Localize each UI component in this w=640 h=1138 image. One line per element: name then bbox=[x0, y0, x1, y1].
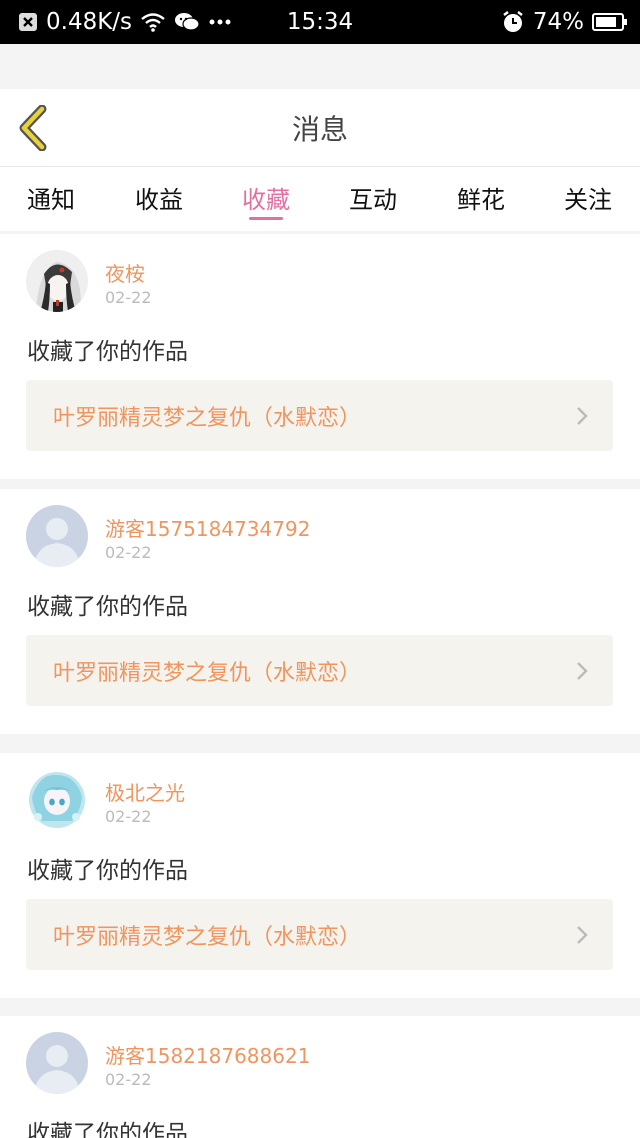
notification-date: 02-22 bbox=[105, 807, 152, 826]
tab-bar: 通知 收益 收藏 互动 鲜花 关注 bbox=[0, 167, 640, 231]
chevron-right-icon bbox=[577, 407, 588, 425]
work-link[interactable]: 叶罗丽精灵梦之复仇（水默恋） bbox=[26, 635, 613, 706]
alarm-icon bbox=[501, 10, 525, 34]
top-spacer bbox=[0, 44, 640, 89]
notification-card: 极北之光 02-22 收藏了你的作品 叶罗丽精灵梦之复仇（水默恋） bbox=[0, 753, 640, 998]
notification-date: 02-22 bbox=[105, 288, 152, 307]
user-name[interactable]: 游客1575184734792 bbox=[105, 513, 310, 542]
user-name[interactable]: 夜桉 bbox=[105, 258, 145, 287]
user-name[interactable]: 极北之光 bbox=[105, 777, 185, 806]
notification-card: 夜桉 02-22 收藏了你的作品 叶罗丽精灵梦之复仇（水默恋） bbox=[0, 234, 640, 479]
tab-follow[interactable]: 关注 bbox=[538, 167, 638, 227]
work-title: 叶罗丽精灵梦之复仇（水默恋） bbox=[53, 660, 362, 686]
notification-card: 游客1575184734792 02-22 收藏了你的作品 叶罗丽精灵梦之复仇（… bbox=[0, 489, 640, 734]
status-right: 74% bbox=[501, 0, 628, 44]
work-link[interactable]: 叶罗丽精灵梦之复仇（水默恋） bbox=[26, 380, 613, 451]
battery-percent: 74% bbox=[532, 9, 584, 35]
notification-card: 游客1582187688621 02-22 收藏了你的作品 bbox=[0, 1016, 640, 1138]
action-text: 收藏了你的作品 bbox=[27, 339, 188, 365]
tab-notice[interactable]: 通知 bbox=[1, 167, 101, 227]
status-bar: 0.48K/s 15:34 74% bbox=[0, 0, 640, 44]
action-text: 收藏了你的作品 bbox=[27, 858, 188, 884]
avatar[interactable] bbox=[26, 1032, 88, 1094]
tab-earnings[interactable]: 收益 bbox=[109, 167, 209, 227]
chevron-right-icon bbox=[577, 662, 588, 680]
tab-flowers[interactable]: 鲜花 bbox=[431, 167, 531, 227]
work-link[interactable]: 叶罗丽精灵梦之复仇（水默恋） bbox=[26, 899, 613, 970]
avatar[interactable] bbox=[26, 505, 88, 567]
work-title: 叶罗丽精灵梦之复仇（水默恋） bbox=[53, 924, 362, 950]
active-tab-indicator bbox=[249, 217, 283, 220]
action-text: 收藏了你的作品 bbox=[27, 1121, 188, 1138]
navigation-bar: 消息 bbox=[0, 89, 640, 167]
notification-date: 02-22 bbox=[105, 543, 152, 562]
avatar[interactable] bbox=[26, 250, 88, 312]
user-name[interactable]: 游客1582187688621 bbox=[105, 1040, 310, 1069]
notification-date: 02-22 bbox=[105, 1070, 152, 1089]
battery-icon bbox=[592, 12, 628, 32]
chevron-right-icon bbox=[577, 926, 588, 944]
avatar[interactable] bbox=[26, 769, 88, 831]
tab-interaction[interactable]: 互动 bbox=[323, 167, 423, 227]
page-title: 消息 bbox=[291, 113, 348, 146]
work-title: 叶罗丽精灵梦之复仇（水默恋） bbox=[53, 405, 362, 431]
action-text: 收藏了你的作品 bbox=[27, 594, 188, 620]
